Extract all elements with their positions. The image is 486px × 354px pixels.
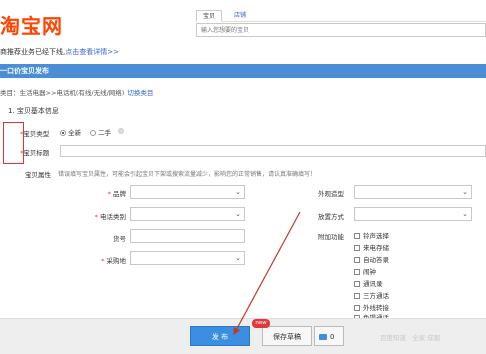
feature-checkbox[interactable]: 三方通话 [354,290,389,300]
item-number-input[interactable] [130,229,245,243]
feature-checkbox[interactable]: 通讯录 [354,278,383,288]
feature-checkbox[interactable]: 自动答录 [354,254,389,264]
feature-checkbox[interactable]: 闹钟 [354,266,376,276]
checkbox[interactable] [354,257,360,263]
required-mark: * [101,257,105,265]
feature-label: 闹钟 [363,268,376,276]
counter-button[interactable]: 0 [314,326,344,346]
search-tabs: 宝贝 店铺 [196,10,486,22]
extra-features-label: 附加功能 [318,233,344,241]
required-mark: * [107,190,111,198]
notice-text: 商推荐业务已经下线, [0,48,66,56]
phone-type-select[interactable]: ⌄ [130,207,245,221]
feature-label: 来电存储 [363,244,389,252]
item-number-label-text: 货号 [113,235,126,243]
purchase-place-select[interactable]: ⌄ [130,251,245,265]
item-type-help[interactable] [118,127,124,135]
feature-label: 自动答录 [363,256,389,264]
form-header: 一口价宝贝发布 [0,64,486,78]
checkbox[interactable] [354,281,360,287]
item-title-input[interactable] [60,145,486,157]
item-type-label-text: 宝贝类型 [23,130,50,138]
item-title-label-text: 宝贝标题 [23,149,50,157]
required-mark: * [94,213,98,221]
checkbox[interactable] [354,293,360,299]
chevron-down-icon: ⌄ [462,210,468,218]
category-label: 类目：生活电器>>电话机(有线/无线/网络) [0,89,125,97]
purchase-place-label-text: 采购地 [106,257,127,265]
brand-label: * 品牌 [92,188,126,198]
notice-details-link[interactable]: 点击查看详情>> [65,48,119,56]
search-input[interactable] [196,23,486,37]
switch-category-link[interactable]: 切换类目 [127,89,153,97]
item-type-new-option[interactable]: 全新 [60,127,81,137]
item-number-label: 货号 [92,233,126,243]
chevron-down-icon: ⌄ [235,254,241,262]
radio-used[interactable] [90,130,96,136]
help-icon[interactable] [118,128,124,134]
radio-new[interactable] [60,130,66,136]
search-tab-items[interactable]: 宝贝 [196,10,223,22]
taobao-logo[interactable]: 淘宝网 [0,10,63,39]
checkbox[interactable] [354,269,360,275]
counter-value: 0 [330,333,335,341]
monitor-icon [319,334,327,340]
chevron-down-icon: ⌄ [235,210,241,218]
category-breadcrumb: 类目：生活电器>>电话机(有线/无线/网络) 切换类目 [0,87,153,97]
checkbox[interactable] [354,305,360,311]
item-title-label: *宝贝标题 [20,147,49,157]
feature-label: 外线转接 [363,304,389,312]
search-tab-shops[interactable]: 店铺 [228,10,252,22]
feature-label: 铃声选择 [363,232,389,240]
placement-select[interactable]: ⌄ [354,207,472,221]
brand-select[interactable]: ⌄ [130,185,245,199]
notice-bar: 商推荐业务已经下线,点击查看详情>> [0,47,119,57]
feature-label: 通讯录 [363,280,383,288]
feature-checkbox[interactable]: 铃声选择 [354,230,389,240]
chevron-down-icon: ⌄ [462,188,468,196]
watermark: 百度知道 · 全家·成都 [380,334,441,342]
radio-new-label: 全新 [68,129,82,137]
chevron-down-icon: ⌄ [235,188,241,196]
phone-type-label: * 电话类别 [82,211,126,221]
feature-checkbox[interactable]: 来电存储 [354,242,389,252]
purchase-place-label: * 采购地 [88,255,126,265]
placement-label: 放置方式 [318,213,344,221]
brand-label-text: 品牌 [113,190,126,198]
attributes-label: 宝贝属性 [25,171,51,179]
checkbox[interactable] [354,245,360,251]
item-type-used-option[interactable]: 二手 [90,127,111,137]
save-draft-button[interactable]: 保存草稿 [262,326,312,346]
section-title-basic-info: 1. 宝贝基本信息 [8,107,59,115]
feature-checkbox[interactable]: 外线转接 [354,302,389,312]
appearance-select[interactable]: ⌄ [354,185,472,199]
feature-label: 三方通话 [363,292,389,300]
appearance-label: 外观造型 [318,190,344,198]
attributes-note: 错误填写宝贝属性，可能会引起宝贝下架或搜索流量减少，影响您的正常销售，请认真准确… [58,171,317,178]
publish-button[interactable]: 发 布 [190,326,250,346]
annotation-highlight-box [3,122,24,164]
checkbox[interactable] [354,233,360,239]
phone-type-label-text: 电话类别 [100,213,126,221]
item-type-label: *宝贝类型 [20,128,49,138]
radio-used-label: 二手 [98,129,112,137]
new-badge: new [252,319,270,328]
